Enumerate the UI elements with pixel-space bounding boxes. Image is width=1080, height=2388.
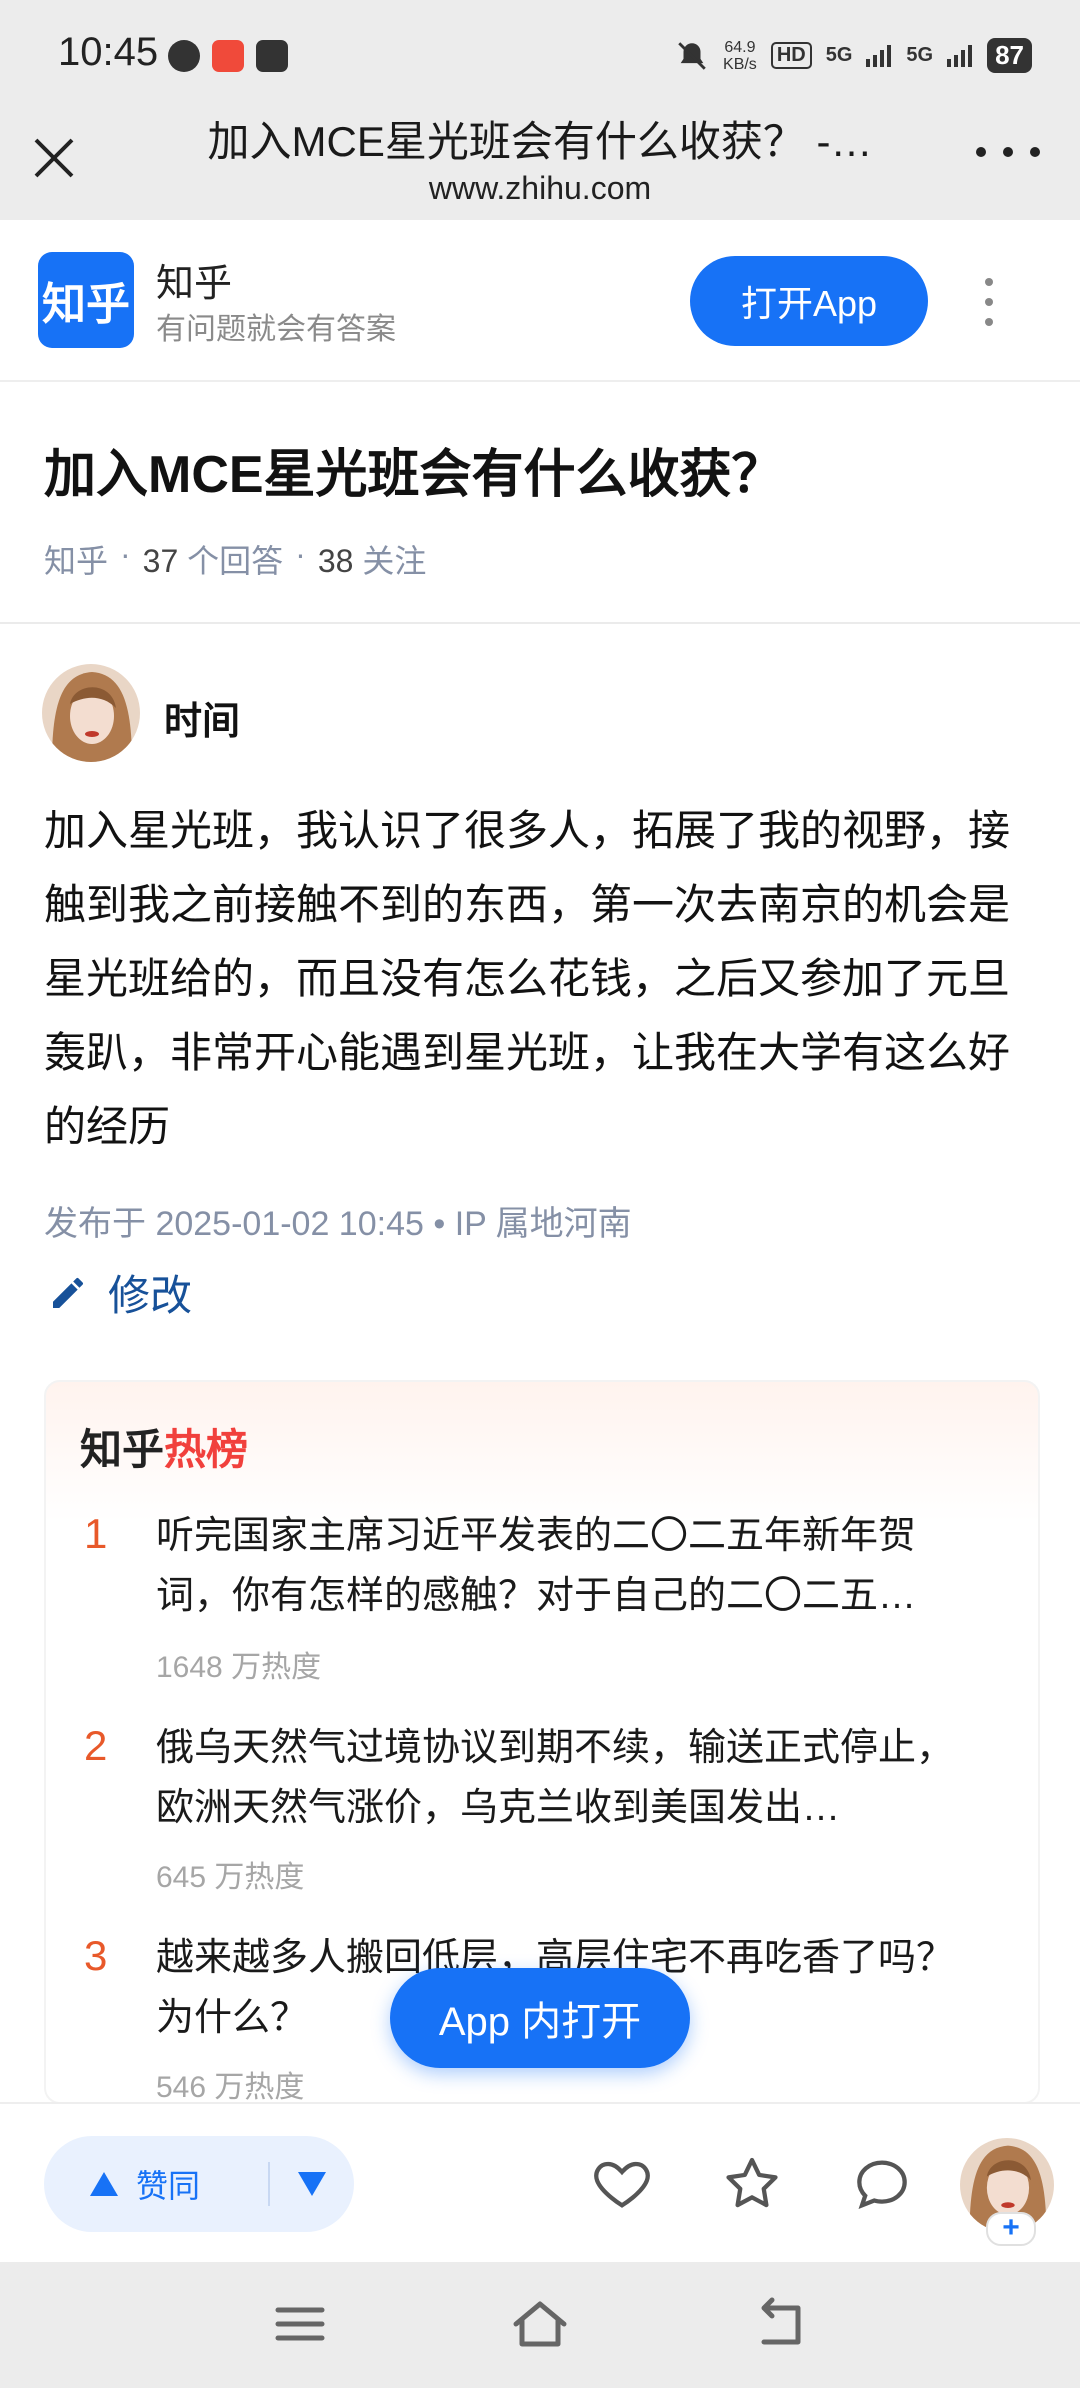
hd-indicator: HD <box>770 42 812 69</box>
browser-url: www.zhihu.com <box>428 170 652 206</box>
banner-brand: 知乎 <box>156 263 233 305</box>
hot-title-accent: 热榜 <box>164 1426 249 1473</box>
meta-separator: · <box>120 536 131 572</box>
hot-rank: 1 <box>84 1510 108 1557</box>
net-speed-unit: KB/s <box>723 55 757 73</box>
pencil-icon <box>53 1277 83 1308</box>
hot-item-text[interactable]: 俄乌天然气过境协议到期不续，输送正式停止，欧洲天然气涨价，乌克兰收到美国发出… <box>156 1718 976 1838</box>
signal-1: 5G <box>825 44 853 66</box>
hot-title-prefix: 知乎 <box>80 1426 165 1473</box>
answers-label: 个回答 <box>187 543 284 579</box>
home-icon[interactable] <box>510 2294 570 2354</box>
banner-menu-icon[interactable] <box>980 278 998 326</box>
hot-item-heat: 546 万热度 <box>156 2071 305 2104</box>
comment-icon[interactable] <box>850 2152 914 2216</box>
status-right: 64.9 KB/s HD 5G 5G 87 <box>675 38 1032 73</box>
more-options-icon[interactable] <box>976 140 1040 164</box>
net-speed: 64.9 KB/s <box>723 39 757 73</box>
follow-count: 38 <box>317 543 354 579</box>
hot-rank: 2 <box>84 1722 108 1769</box>
net-speed-value: 64.9 <box>724 38 756 56</box>
meta-separator: · <box>295 536 306 572</box>
status-time: 10:45 <box>58 30 159 74</box>
author-avatar[interactable] <box>42 664 140 762</box>
open-in-app-button[interactable]: App 内打开 <box>390 1968 690 2068</box>
question-source: 知乎 <box>44 543 109 579</box>
publish-info: 发布于 2025-01-02 10:45 • IP 属地河南 <box>44 1205 632 1243</box>
close-icon[interactable] <box>30 128 78 184</box>
banner-slogan: 有问题就会有答案 <box>156 313 396 346</box>
hot-list-title: 知乎热榜 <box>80 1416 248 1477</box>
vote-control: 赞同 <box>44 2136 354 2232</box>
answer-content: 加入星光班，我认识了很多人，拓展了我的视野，接触到我之前接触不到的东西，第一次去… <box>44 807 1011 1150</box>
app-notification-icon <box>168 40 200 72</box>
zhihu-logo: 知乎 <box>38 252 134 348</box>
back-icon[interactable] <box>750 2294 810 2354</box>
browser-page-title: 加入MCE星光班会有什么收获？ -… <box>207 118 873 165</box>
triangle-down-icon <box>298 2172 326 2196</box>
signal-bars-icon <box>866 44 892 67</box>
hot-item-heat: 645 万热度 <box>156 1861 305 1894</box>
star-icon[interactable] <box>720 2152 784 2216</box>
follow-label: 关注 <box>362 543 427 579</box>
weibo-icon <box>212 40 244 72</box>
upvote-button[interactable]: 赞同 <box>44 2161 268 2207</box>
mute-icon <box>678 41 706 70</box>
battery-indicator: 87 <box>987 38 1032 73</box>
hot-rank: 3 <box>84 1932 108 1979</box>
answers-count: 37 <box>142 543 179 579</box>
downvote-button[interactable] <box>270 2170 354 2198</box>
menu-icon[interactable] <box>270 2294 330 2354</box>
upvote-label: 赞同 <box>136 2168 201 2204</box>
triangle-up-icon <box>90 2172 118 2196</box>
edit-label: 修改 <box>108 1272 193 1319</box>
hot-item-text[interactable]: 听完国家主席习近平发表的二〇二五年新年贺词，你有怎样的感触？对于自己的二〇二五… <box>156 1506 976 1626</box>
signal-2: 5G <box>906 44 934 66</box>
question-meta: 知乎 · 37 个回答 · 38 关注 <box>44 536 426 582</box>
heart-icon[interactable] <box>590 2152 654 2216</box>
follow-plus-badge[interactable]: + <box>986 2212 1036 2246</box>
hot-item-heat: 1648 万热度 <box>156 1651 322 1684</box>
question-title[interactable]: 加入MCE星光班会有什么收获？ <box>44 432 784 507</box>
open-app-button[interactable]: 打开App <box>690 256 928 346</box>
signal-bars-icon <box>947 44 973 67</box>
author-name[interactable]: 时间 <box>164 690 240 745</box>
edit-button[interactable]: 修改 <box>48 1262 192 1323</box>
video-app-icon <box>256 40 288 72</box>
